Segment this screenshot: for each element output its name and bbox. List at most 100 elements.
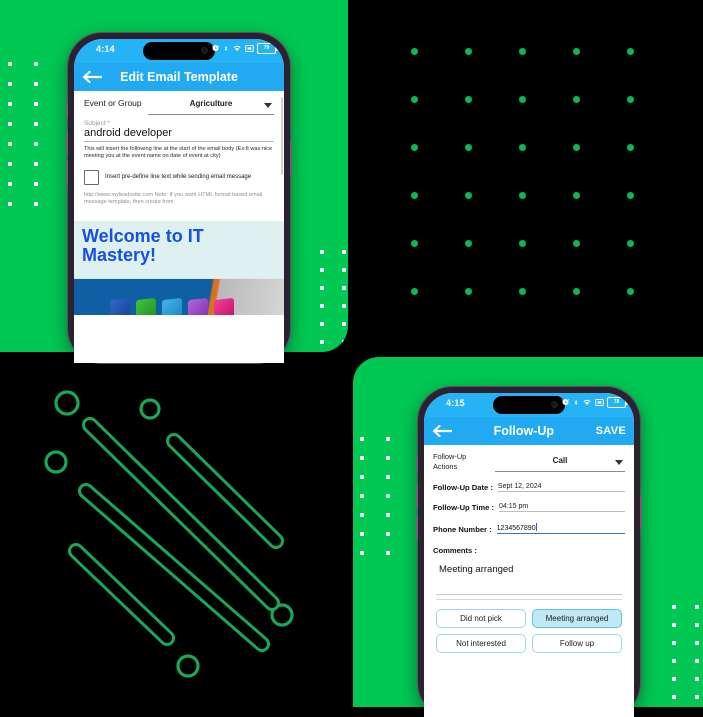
followup-time-row[interactable]: Follow-Up Time : 04:15 pm	[433, 503, 625, 512]
banner-icon-5	[214, 297, 234, 315]
pattern-dot	[320, 250, 324, 254]
phone-mockup-edit-email-template: 4:14 79 Edit Email Template Event or Gro…	[66, 33, 292, 363]
pattern-dot	[386, 475, 390, 479]
phone2-mute-switch[interactable]	[416, 457, 418, 471]
pattern-dot	[34, 82, 38, 86]
pattern-dot	[519, 240, 526, 247]
pattern-dot	[627, 96, 634, 103]
pattern-dot	[672, 677, 676, 681]
pattern-dot	[360, 513, 364, 517]
chip-not-interested[interactable]: Not interested	[436, 634, 526, 653]
comments-input[interactable]: Meeting arranged	[433, 564, 625, 575]
dot-pattern-top-left-inner	[320, 250, 348, 352]
pattern-dot	[360, 437, 364, 441]
dot-pattern-bottom-right-left	[360, 437, 412, 570]
back-arrow-icon[interactable]	[82, 70, 102, 84]
pattern-dot	[386, 551, 390, 555]
chip-follow-up[interactable]: Follow up	[532, 634, 622, 653]
subject-label: Subject *	[84, 120, 111, 127]
phone-number-value: 1234567890	[496, 525, 536, 532]
save-button[interactable]: SAVE	[596, 425, 626, 437]
predefine-checkbox-label: Insert pre-define line text while sendin…	[105, 174, 252, 181]
banner-icon-4	[188, 297, 208, 315]
chip-meeting-arranged[interactable]: Meeting arranged	[532, 609, 622, 628]
front-camera-icon	[552, 402, 557, 407]
predefine-checkbox-row[interactable]: Insert pre-define line text while sendin…	[84, 169, 274, 185]
pattern-dot	[465, 48, 472, 55]
pattern-dot	[386, 513, 390, 517]
phone2-power-button[interactable]	[640, 495, 642, 529]
followup-date-input[interactable]: Sept 12, 2024	[497, 483, 625, 492]
phone1-mute-switch[interactable]	[66, 103, 68, 117]
back-arrow-icon[interactable]	[432, 424, 452, 438]
pattern-dot	[411, 288, 418, 295]
pattern-dot	[34, 202, 38, 206]
chevron-down-icon	[264, 103, 272, 108]
scrollbar-thumb[interactable]	[281, 97, 283, 175]
bluetooth-icon	[574, 400, 578, 405]
event-group-row: Event or Group Agriculture	[84, 98, 274, 115]
pattern-dot	[8, 102, 12, 106]
followup-time-input[interactable]: 04:15 pm	[499, 503, 625, 512]
event-group-dropdown[interactable]: Agriculture	[148, 98, 274, 115]
pattern-dot	[360, 494, 364, 498]
pattern-dot	[695, 641, 699, 645]
phone1-power-button[interactable]	[290, 141, 292, 175]
phone1-volume-up[interactable]	[66, 131, 68, 155]
chip-did-not-pick[interactable]: Did not pick	[436, 609, 526, 628]
pattern-dot	[8, 122, 12, 126]
phone1-content: Event or Group Agriculture Subject * and…	[74, 91, 284, 363]
phone2-volume-up[interactable]	[416, 485, 418, 509]
pattern-dot	[34, 162, 38, 166]
pattern-dot	[360, 532, 364, 536]
diagonal-lines-decoration	[44, 390, 294, 678]
pattern-dot	[386, 456, 390, 460]
predefine-checkbox[interactable]	[84, 169, 99, 185]
followup-actions-value: Call	[552, 456, 568, 465]
dot-pattern-top-left	[8, 62, 60, 222]
status-time: 4:15	[446, 398, 465, 408]
pattern-dot	[627, 288, 634, 295]
preview-banner-image	[74, 278, 284, 315]
pattern-dot	[386, 437, 390, 441]
followup-actions-label: Follow-Up Actions	[433, 452, 467, 471]
subject-hint-text: This will insert the following line at t…	[84, 146, 273, 160]
banner-icon-3	[162, 297, 182, 315]
pattern-dot	[8, 62, 12, 66]
phone2-volume-down[interactable]	[416, 515, 418, 539]
dot-grid-pattern	[411, 48, 681, 336]
subject-input[interactable]: android developer	[84, 127, 274, 142]
phone-number-label: Phone Number :	[433, 525, 492, 534]
phone2-app-bar: Follow-Up SAVE	[424, 417, 634, 445]
wifi-icon	[233, 45, 241, 52]
pattern-dot	[411, 192, 418, 199]
preview-heading: Welcome to IT Mastery!	[82, 226, 204, 265]
pattern-dot	[573, 192, 580, 199]
followup-actions-dropdown[interactable]: Call	[495, 456, 625, 472]
phone1-volume-down[interactable]	[66, 161, 68, 185]
followup-actions-row: Follow-Up Actions Call	[433, 452, 625, 472]
pattern-dot	[34, 62, 38, 66]
followup-date-row[interactable]: Follow-Up Date : Sept 12, 2024	[433, 483, 625, 492]
phone2-content: Follow-Up Actions Call Follow-Up Date : …	[424, 445, 634, 717]
phone-number-row[interactable]: Phone Number : 1234567890	[433, 523, 625, 534]
pattern-dot	[573, 240, 580, 247]
pattern-dot	[320, 322, 324, 326]
page-title: Edit Email Template	[120, 70, 238, 84]
pattern-dot	[465, 144, 472, 151]
phone-number-input[interactable]: 1234567890	[496, 523, 625, 534]
pattern-dot	[519, 96, 526, 103]
status-icons: 79	[211, 43, 278, 54]
cast-icon	[595, 399, 604, 406]
pattern-dot	[672, 659, 676, 663]
panel-top-right	[353, 0, 703, 352]
pattern-dot	[573, 96, 580, 103]
pattern-dot	[320, 268, 324, 272]
html-template-note: http://www.myleadssite.com Note: If you …	[84, 191, 263, 206]
battery-level: 79	[263, 45, 270, 51]
pattern-dot	[627, 144, 634, 151]
wifi-icon	[583, 399, 591, 406]
pattern-dot	[465, 96, 472, 103]
pattern-dot	[672, 641, 676, 645]
event-group-label: Event or Group	[84, 98, 142, 108]
